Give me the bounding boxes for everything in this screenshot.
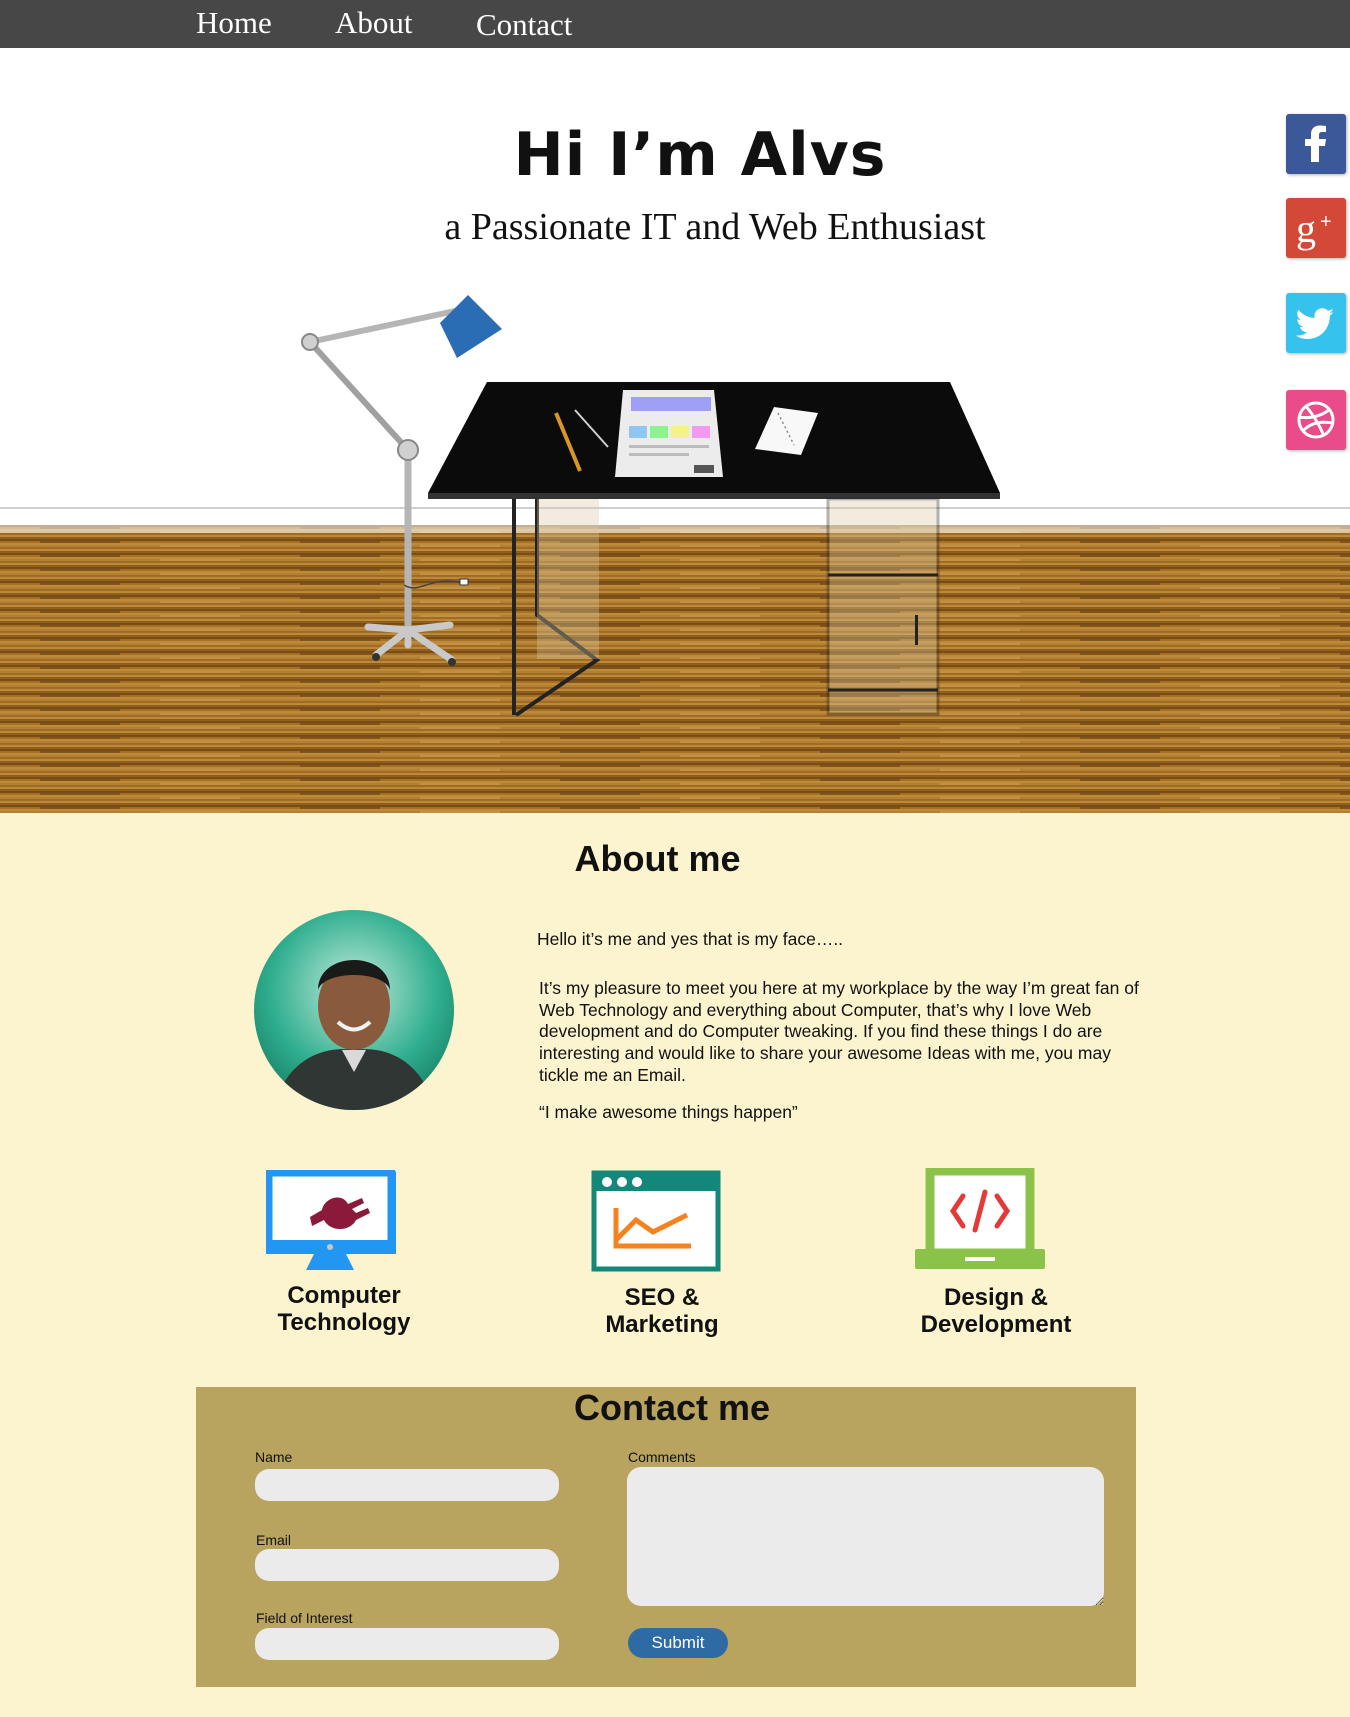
comments-label: Comments bbox=[628, 1449, 696, 1465]
about-body: It’s my pleasure to meet you here at my … bbox=[539, 978, 1139, 1085]
about-title: About me bbox=[574, 838, 741, 879]
interest-field[interactable] bbox=[255, 1628, 559, 1660]
hero-subtitle: a Passionate IT and Web Enthusiast bbox=[444, 206, 986, 248]
hero-title: Hi I’m Alvs bbox=[513, 120, 887, 190]
workspace-illustration bbox=[0, 295, 1350, 815]
monitor-plug-icon bbox=[266, 1170, 396, 1270]
about-greeting: Hello it’s me and yes that is my face….. bbox=[537, 929, 844, 949]
top-nav: Home About Contact bbox=[0, 0, 1350, 48]
nav-about[interactable]: About bbox=[335, 5, 413, 41]
name-field[interactable] bbox=[255, 1469, 559, 1501]
avatar bbox=[254, 910, 454, 1110]
submit-button[interactable]: Submit bbox=[628, 1628, 728, 1658]
name-label: Name bbox=[255, 1449, 293, 1465]
email-label: Email bbox=[256, 1532, 292, 1548]
contact-title: Contact me bbox=[573, 1387, 771, 1428]
about-quote: “I make awesome things happen” bbox=[539, 1102, 798, 1122]
interest-label: Field of Interest bbox=[256, 1610, 353, 1626]
skill-label-computer-technology: Computer Technology bbox=[277, 1282, 411, 1336]
browser-chart-icon bbox=[591, 1170, 721, 1272]
skill-label-design-development: Design & Development bbox=[920, 1284, 1072, 1338]
laptop-code-icon bbox=[915, 1168, 1045, 1269]
nav-contact[interactable]: Contact bbox=[476, 7, 572, 43]
comments-field[interactable] bbox=[627, 1467, 1104, 1606]
email-field[interactable] bbox=[255, 1549, 559, 1581]
nav-home[interactable]: Home bbox=[196, 5, 272, 41]
skill-label-seo-marketing: SEO & Marketing bbox=[605, 1284, 719, 1338]
